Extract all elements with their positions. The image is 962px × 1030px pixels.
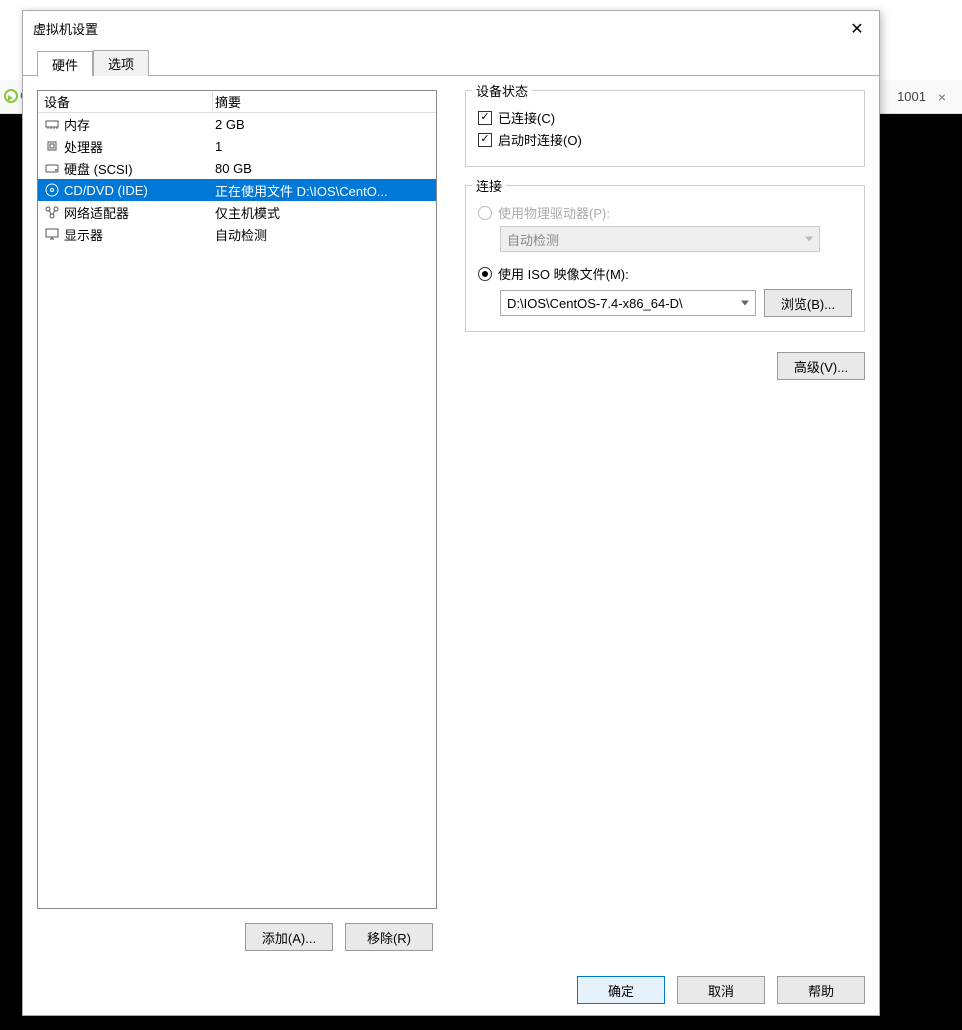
- tab-hardware-label: 硬件: [52, 55, 78, 74]
- radio-physical-label: 使用物理驱动器(P):: [498, 203, 610, 222]
- background-tab-label[interactable]: 1001: [897, 89, 926, 104]
- help-button-label: 帮助: [808, 981, 834, 1000]
- checkbox-connected-label: 已连接(C): [498, 108, 555, 127]
- header-summary[interactable]: 摘要: [213, 92, 436, 111]
- device-name: 硬盘 (SCSI): [64, 159, 133, 178]
- vm-settings-dialog: 虚拟机设置 ✕ 硬件 选项 设备 摘要: [22, 10, 880, 1016]
- group-connection: 连接 使用物理驱动器(P): 自动检测 使用 ISO 映像文件(M):: [465, 185, 865, 332]
- device-row-cddvd[interactable]: CD/DVD (IDE) 正在使用文件 D:\IOS\CentO...: [38, 179, 436, 201]
- add-button[interactable]: 添加(A)...: [245, 923, 333, 951]
- iso-row: D:\IOS\CentOS-7.4-x86_64-D\ 浏览(B)...: [500, 289, 852, 317]
- browse-button-label: 浏览(B)...: [781, 294, 835, 313]
- group-device-status-title: 设备状态: [472, 81, 532, 100]
- device-summary: 2 GB: [213, 117, 436, 132]
- physical-drive-combo-value: 自动检测: [507, 230, 559, 249]
- add-button-label: 添加(A)...: [262, 928, 316, 947]
- radio-iso-label: 使用 ISO 映像文件(M):: [498, 264, 629, 283]
- device-list[interactable]: 设备 摘要 内存 2 GB: [37, 90, 437, 909]
- left-buttons: 添加(A)... 移除(R): [37, 923, 437, 951]
- display-icon: [44, 226, 60, 242]
- advanced-row: 高级(V)...: [465, 352, 865, 380]
- device-row-disk[interactable]: 硬盘 (SCSI) 80 GB: [38, 157, 436, 179]
- iso-path-value: D:\IOS\CentOS-7.4-x86_64-D\: [507, 296, 683, 311]
- device-name: 显示器: [64, 225, 103, 244]
- device-row-display[interactable]: 显示器 自动检测: [38, 223, 436, 245]
- remove-button-label: 移除(R): [367, 928, 411, 947]
- close-icon[interactable]: ✕: [835, 11, 879, 46]
- dialog-body: 设备 摘要 内存 2 GB: [23, 76, 879, 965]
- memory-icon: [44, 116, 60, 132]
- device-list-header: 设备 摘要: [38, 91, 436, 113]
- cancel-button[interactable]: 取消: [677, 976, 765, 1004]
- checkbox-connect-poweron[interactable]: ✓: [478, 133, 492, 147]
- right-column: 设备状态 ✓ 已连接(C) ✓ 启动时连接(O) 连接 使用物理驱动器(P):: [465, 90, 865, 951]
- device-name: CD/DVD (IDE): [64, 183, 148, 198]
- left-column: 设备 摘要 内存 2 GB: [37, 90, 437, 951]
- device-row-cpu[interactable]: 处理器 1: [38, 135, 436, 157]
- device-row-network[interactable]: 网络适配器 仅主机模式: [38, 201, 436, 223]
- device-summary: 80 GB: [213, 161, 436, 176]
- device-name: 内存: [64, 115, 90, 134]
- cancel-button-label: 取消: [708, 981, 734, 1000]
- tab-options[interactable]: 选项: [93, 50, 149, 76]
- advanced-button-label: 高级(V)...: [794, 357, 848, 376]
- physical-drive-combo: 自动检测: [500, 226, 820, 252]
- cd-icon: [44, 182, 60, 198]
- background-tab-close[interactable]: ×: [932, 87, 952, 107]
- disk-icon: [44, 160, 60, 176]
- device-row-memory[interactable]: 内存 2 GB: [38, 113, 436, 135]
- browse-button[interactable]: 浏览(B)...: [764, 289, 852, 317]
- device-name: 处理器: [64, 137, 103, 156]
- group-device-status: 设备状态 ✓ 已连接(C) ✓ 启动时连接(O): [465, 90, 865, 167]
- radio-iso-row[interactable]: 使用 ISO 映像文件(M):: [478, 264, 852, 283]
- titlebar: 虚拟机设置 ✕: [23, 11, 879, 46]
- iso-path-combo[interactable]: D:\IOS\CentOS-7.4-x86_64-D\: [500, 290, 756, 316]
- ok-button-label: 确定: [608, 981, 634, 1000]
- network-icon: [44, 204, 60, 220]
- tab-row: 硬件 选项: [23, 46, 879, 76]
- cpu-icon: [44, 138, 60, 154]
- radio-iso[interactable]: [478, 267, 492, 281]
- remove-button[interactable]: 移除(R): [345, 923, 433, 951]
- device-summary: 自动检测: [213, 225, 436, 244]
- radio-physical[interactable]: [478, 206, 492, 220]
- checkbox-connected[interactable]: ✓: [478, 111, 492, 125]
- checkbox-connect-poweron-row[interactable]: ✓ 启动时连接(O): [478, 130, 852, 149]
- chevron-down-icon[interactable]: [741, 301, 749, 306]
- play-icon: [4, 89, 18, 103]
- tab-options-label: 选项: [108, 54, 134, 73]
- device-name: 网络适配器: [64, 203, 129, 222]
- dialog-title: 虚拟机设置: [33, 19, 835, 38]
- tab-hardware[interactable]: 硬件: [37, 51, 93, 77]
- chevron-down-icon: [805, 237, 813, 242]
- header-device[interactable]: 设备: [38, 92, 213, 111]
- help-button[interactable]: 帮助: [777, 976, 865, 1004]
- checkbox-connected-row[interactable]: ✓ 已连接(C): [478, 108, 852, 127]
- checkbox-connect-poweron-label: 启动时连接(O): [498, 130, 582, 149]
- ok-button[interactable]: 确定: [577, 976, 665, 1004]
- device-summary: 1: [213, 139, 436, 154]
- radio-physical-row[interactable]: 使用物理驱动器(P):: [478, 203, 852, 222]
- advanced-button[interactable]: 高级(V)...: [777, 352, 865, 380]
- group-connection-title: 连接: [472, 176, 506, 195]
- device-summary: 仅主机模式: [213, 203, 436, 222]
- device-summary: 正在使用文件 D:\IOS\CentO...: [213, 181, 436, 200]
- dialog-footer: 确定 取消 帮助: [23, 965, 879, 1015]
